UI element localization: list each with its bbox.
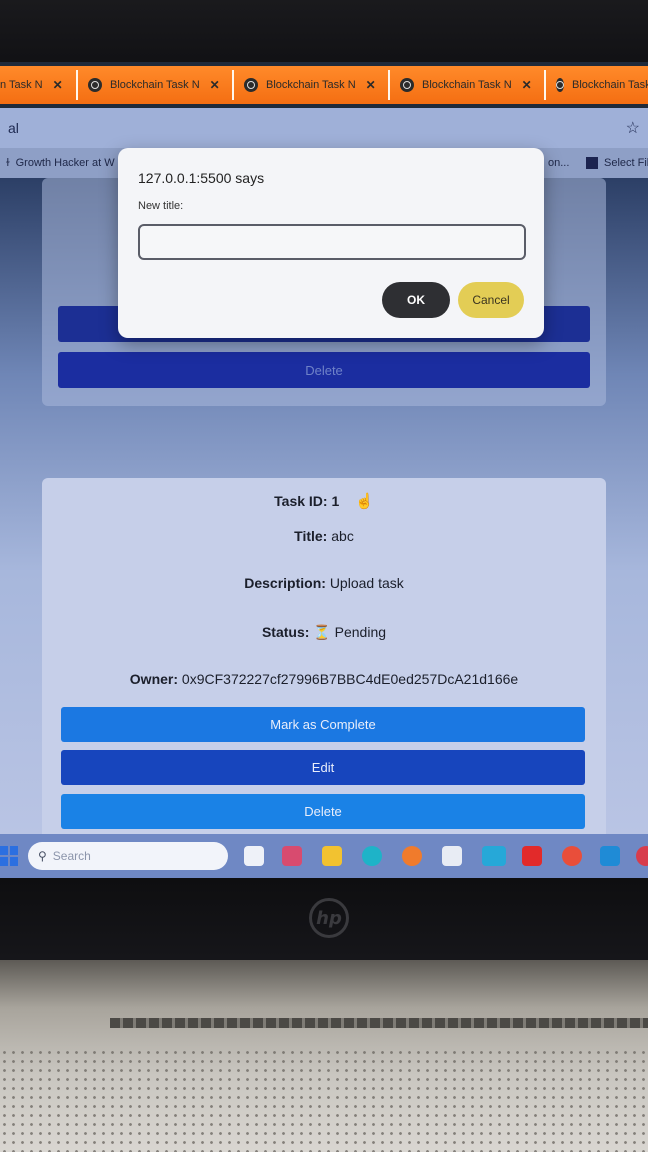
globe-icon (244, 78, 258, 92)
app-icon[interactable] (482, 846, 506, 866)
firefox-icon[interactable] (402, 846, 422, 866)
new-title-input[interactable] (138, 224, 526, 260)
browser-tab[interactable]: n Task N ✕ (0, 70, 78, 100)
bookmark-item[interactable]: on... (542, 157, 575, 169)
bookmark-item[interactable]: ɫ Growth Hacker at W (0, 157, 120, 169)
prompt-dialog: 127.0.0.1:5500 says New title: OK Cancel (118, 148, 544, 338)
windows-start-icon[interactable] (0, 846, 18, 866)
tab-label: Blockchain Task N (266, 79, 356, 91)
hourglass-icon: ⏳ (313, 624, 331, 640)
bookmark-label: on... (548, 157, 570, 169)
task-card: Task ID: 1 ☝ Title: abc Description: Upl… (42, 478, 606, 844)
cancel-button[interactable]: Cancel (458, 282, 524, 318)
task-id-label: Task ID: (274, 493, 328, 509)
task-owner: Owner: 0x9CF372227cf27996B7BBC4dE0ed257D… (42, 671, 606, 687)
edit-button[interactable]: Edit (61, 750, 585, 785)
tab-label: n Task N (0, 79, 43, 91)
bookmark-icon (586, 157, 598, 169)
delete-button[interactable]: Delete (61, 794, 585, 829)
task-id: Task ID: 1 ☝ (42, 492, 606, 510)
address-bar[interactable]: al ☆ (0, 108, 648, 148)
globe-icon (556, 78, 564, 92)
ok-button[interactable]: OK (382, 282, 450, 318)
tab-label: Blockchain Task (572, 79, 648, 91)
tab-close-icon[interactable]: ✕ (366, 78, 376, 92)
task-description: Description: Upload task (42, 575, 606, 591)
speaker-grille (0, 1048, 648, 1152)
title-label: Title: (294, 528, 328, 544)
title-value: abc (331, 528, 354, 544)
tab-close-icon[interactable]: ✕ (53, 78, 63, 92)
description-value: Upload task (329, 575, 404, 591)
laptop-top-bezel (0, 0, 648, 66)
bookmark-item[interactable]: Select Fil (580, 157, 648, 169)
app-icon[interactable] (636, 846, 648, 866)
mark-complete-button[interactable]: Mark as Complete (61, 707, 585, 742)
shield-app-icon[interactable] (282, 846, 302, 866)
description-label: Description: (244, 575, 326, 591)
bookmark-icon: ɫ (6, 157, 10, 169)
status-value: Pending (334, 624, 387, 640)
vscode-icon[interactable] (600, 846, 620, 866)
keyboard-edge (110, 1018, 648, 1028)
task-view-icon[interactable] (244, 846, 264, 866)
youtube-icon[interactable] (522, 846, 542, 866)
taskbar-search[interactable]: ⚲ Search (28, 842, 228, 870)
hand-cursor-icon: ☝ (355, 493, 374, 510)
tab-label: Blockchain Task N (422, 79, 512, 91)
globe-icon (88, 78, 102, 92)
bookmark-label: Select Fil (604, 157, 648, 169)
hp-logo: hp (309, 898, 349, 938)
browser-tab[interactable]: Blockchain Task N ✕ (234, 70, 390, 100)
browser-tab[interactable]: Blockchain Task N ✕ (78, 70, 234, 100)
browser-tab[interactable]: Blockchain Task (546, 70, 648, 100)
taskbar: ⚲ Search (0, 834, 648, 878)
browser-tab-strip: n Task N ✕ Blockchain Task N ✕ Blockchai… (0, 66, 648, 104)
task-status: Status: ⏳ Pending (42, 624, 606, 641)
browser-tab[interactable]: Blockchain Task N ✕ (390, 70, 546, 100)
search-placeholder: Search (52, 849, 91, 863)
tab-label: Blockchain Task N (110, 79, 200, 91)
laptop-screen: n Task N ✕ Blockchain Task N ✕ Blockchai… (0, 62, 648, 878)
task-title: Title: abc (42, 528, 606, 544)
owner-value: 0x9CF372227cf27996B7BBC4dE0ed257DcA21d16… (181, 671, 519, 687)
delete-button[interactable]: Delete (58, 352, 590, 388)
globe-icon (400, 78, 414, 92)
edge-icon[interactable] (362, 846, 382, 866)
bookmark-label: Growth Hacker at W (15, 157, 115, 169)
tab-close-icon[interactable]: ✕ (210, 78, 220, 92)
task-id-value: 1 (331, 493, 340, 509)
chrome-icon[interactable] (562, 846, 582, 866)
dialog-prompt: New title: (138, 200, 184, 212)
owner-label: Owner: (129, 671, 179, 687)
search-icon: ⚲ (38, 849, 47, 863)
store-icon[interactable] (442, 846, 462, 866)
file-explorer-icon[interactable] (322, 846, 342, 866)
dialog-origin: 127.0.0.1:5500 says (138, 170, 265, 186)
status-label: Status: (261, 624, 310, 640)
tab-close-icon[interactable]: ✕ (522, 78, 532, 92)
star-icon[interactable]: ☆ (626, 118, 640, 138)
address-text: al (8, 120, 19, 136)
